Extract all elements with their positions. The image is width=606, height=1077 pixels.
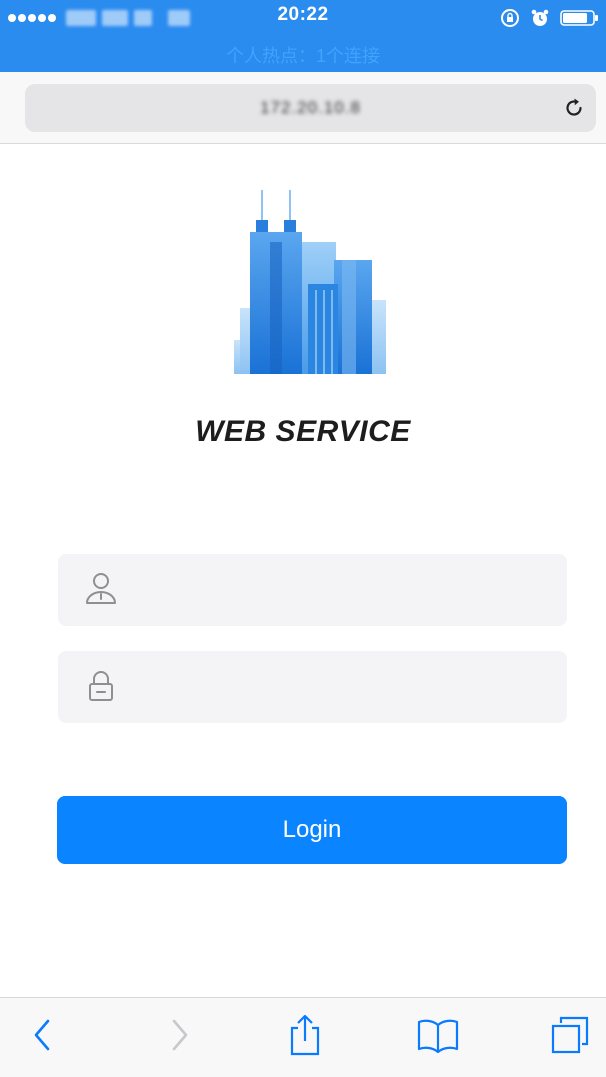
alarm-icon — [531, 9, 549, 26]
share-button[interactable] — [280, 1010, 330, 1060]
login-button[interactable]: Login — [57, 796, 567, 864]
orientation-lock-icon — [501, 9, 519, 27]
status-bar: 20:22 个人热点：1个连接 — [0, 0, 606, 72]
lock-icon — [89, 671, 113, 701]
browser-toolbar — [0, 997, 606, 1077]
back-icon — [34, 1019, 50, 1051]
tabs-button[interactable] — [545, 1010, 595, 1060]
password-field[interactable] — [58, 651, 567, 723]
brand-title: WEB SERVICE — [195, 415, 411, 448]
tabs-icon — [551, 1016, 589, 1054]
reload-icon[interactable] — [562, 96, 586, 120]
status-icons — [500, 8, 600, 28]
username-input[interactable] — [130, 568, 550, 612]
username-field[interactable] — [58, 554, 567, 626]
password-input[interactable] — [130, 665, 550, 709]
forward-icon — [172, 1019, 188, 1051]
hotspot-banner[interactable]: 个人热点：1个连接 — [0, 42, 606, 68]
back-button[interactable] — [18, 1010, 68, 1060]
bookmarks-button[interactable] — [413, 1010, 463, 1060]
bookmarks-icon — [417, 1019, 459, 1053]
address-bar[interactable]: 172.20.10.8 — [25, 84, 596, 132]
browser-address-area: 172.20.10.8 — [0, 72, 606, 144]
battery-icon — [560, 10, 598, 26]
share-icon — [290, 1014, 320, 1056]
forward-button[interactable] — [154, 1010, 204, 1060]
url-text[interactable]: 172.20.10.8 — [25, 98, 596, 118]
user-icon — [86, 573, 116, 604]
buildings-logo-icon — [234, 190, 386, 374]
